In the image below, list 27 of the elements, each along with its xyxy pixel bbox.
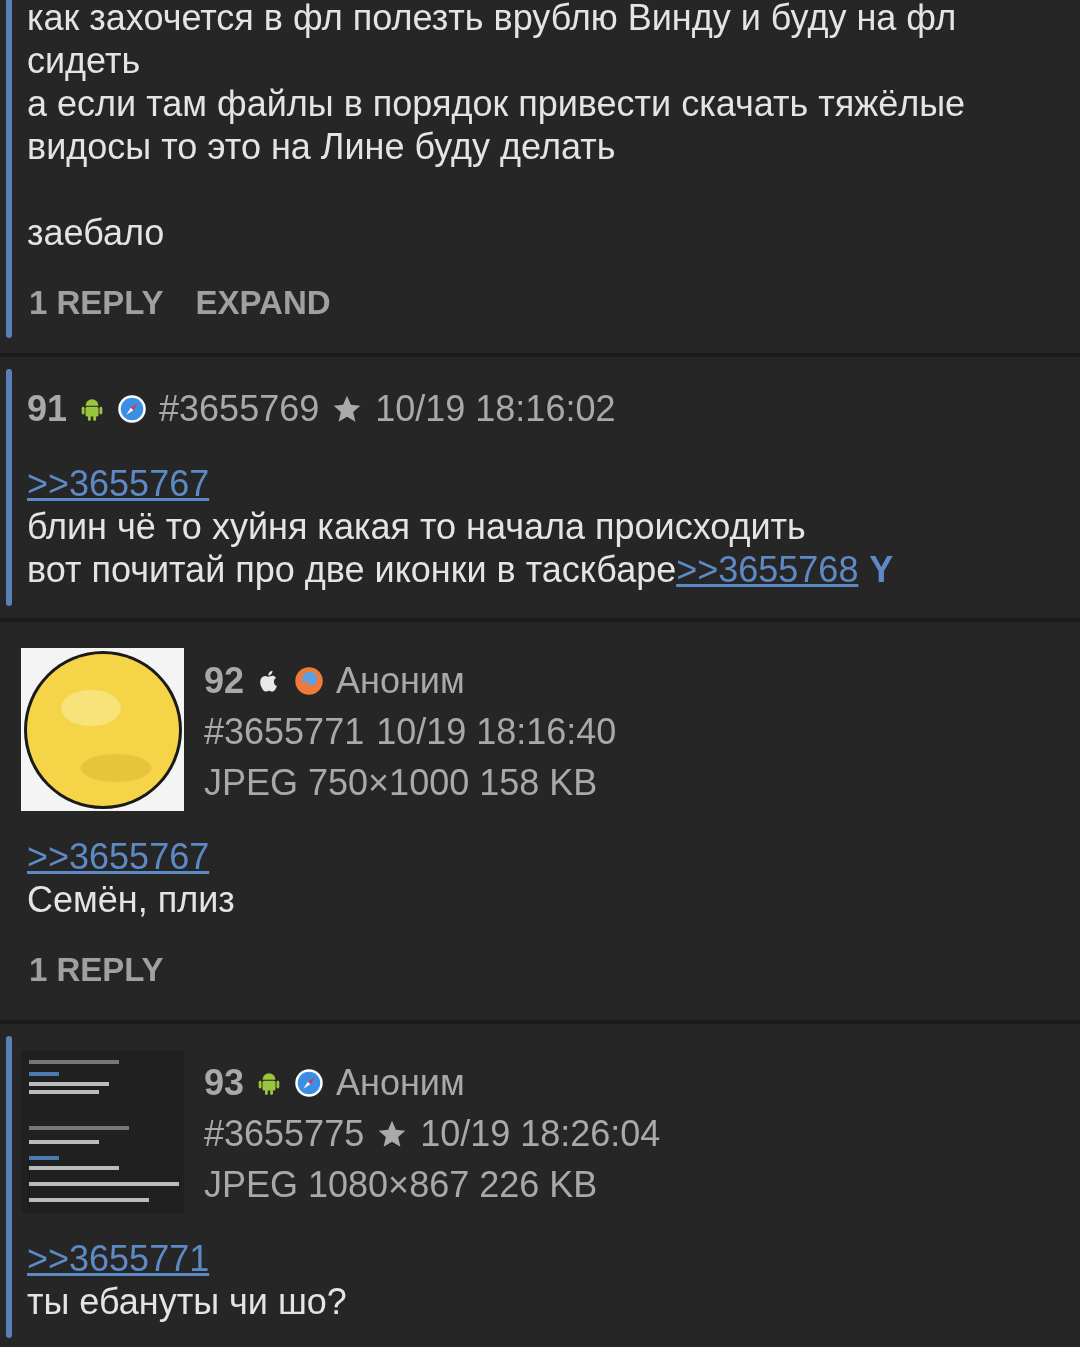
replies-button[interactable]: 1 REPLY: [27, 283, 166, 323]
poster-name: Аноним: [336, 1061, 465, 1105]
replies-button[interactable]: 1 REPLY: [27, 950, 166, 990]
reply-link[interactable]: >>3655767: [27, 836, 210, 877]
post-number[interactable]: #3655775: [204, 1108, 365, 1159]
post-date: 10/19 18:16:02: [375, 387, 616, 430]
firefox-icon: [294, 665, 325, 696]
poster-name: Аноним: [336, 659, 465, 703]
compass-icon: [294, 1067, 325, 1098]
compass-icon: [117, 393, 148, 424]
post-number[interactable]: #3655769: [159, 387, 320, 430]
post-index: 91: [27, 387, 68, 430]
post-number[interactable]: #3655771: [204, 706, 365, 757]
post-date: 10/19 18:16:40: [376, 710, 617, 754]
post-text: как захочется в фл полезть врублю Винду и буду на фл сидеть а если там файлы в порядок привести скачать тяжёлые видосы то это на Лине буду делать заебало: [27, 0, 967, 254]
reply-link[interactable]: >>3655768: [676, 549, 859, 590]
post-date: 10/19 18:26:04: [420, 1112, 661, 1156]
post-index: 93: [204, 1061, 245, 1105]
reply-link[interactable]: >>3655767: [27, 463, 210, 504]
file-info: JPEG 750×1000 158 KB: [204, 761, 598, 805]
post-text: >>3655771 ты ебануты чи шо?: [27, 1237, 348, 1323]
expand-button[interactable]: EXPAND: [193, 283, 333, 323]
post-index: 92: [204, 659, 245, 703]
post-text: >>3655767 блин чё то хуйня какая то начала происходить вот почитай про две иконки в таскбаре>>3655768 Y: [27, 462, 895, 591]
reply-link[interactable]: >>3655771: [27, 1238, 210, 1279]
file-info: JPEG 1080×867 226 KB: [204, 1163, 598, 1207]
post-text: >>3655767 Семён, плиз: [27, 835, 236, 921]
